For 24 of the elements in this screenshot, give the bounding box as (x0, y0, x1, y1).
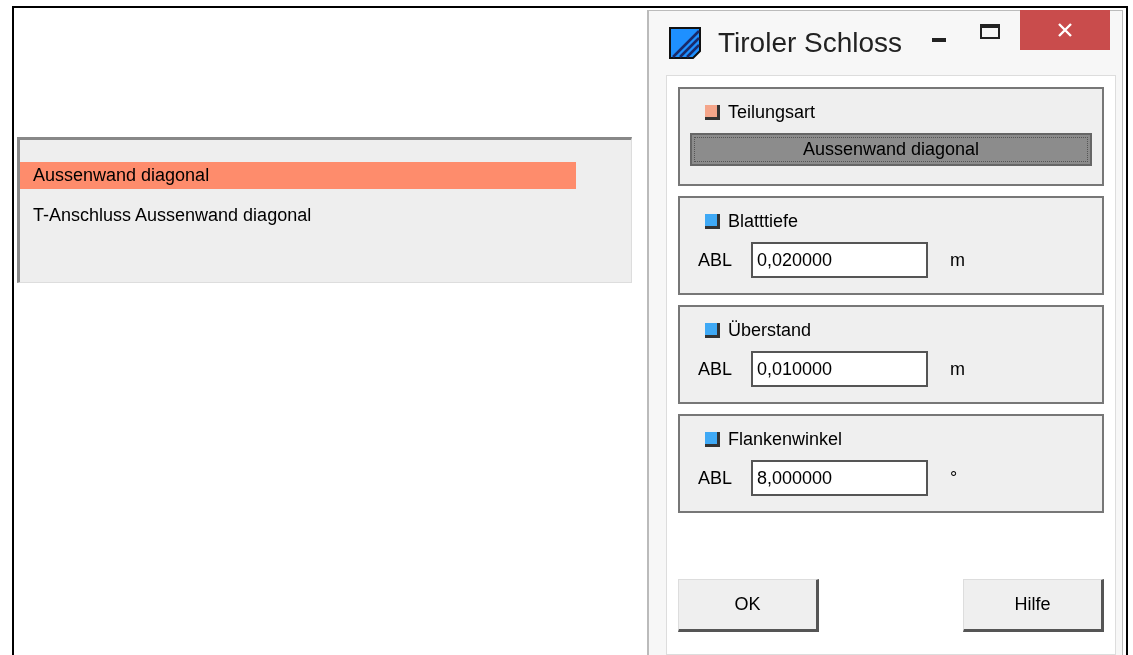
dialog-button[interactable]: Hilfe (963, 579, 1104, 632)
input-field[interactable]: 8,000000 (751, 460, 928, 496)
window-title: Tiroler Schloss (718, 26, 903, 60)
group-title: Teilungsart (728, 100, 816, 124)
unit-label: ° (950, 466, 958, 490)
field-prefix: ABL (698, 466, 734, 490)
list-item[interactable]: T-Anschluss Aussenwand diagonal (20, 202, 576, 229)
dialog-button[interactable]: OK (678, 579, 819, 632)
close-icon (1057, 22, 1074, 38)
field-prefix: ABL (698, 248, 734, 272)
group-title: Überstand (728, 318, 812, 342)
maximize-icon[interactable] (980, 23, 1001, 39)
input-field[interactable]: 0,020000 (751, 242, 928, 278)
close-button[interactable] (1020, 10, 1111, 50)
group-title: Flankenwinkel (728, 427, 843, 451)
list-item[interactable]: Aussenwand diagonal (20, 162, 576, 189)
unit-label: m (950, 248, 965, 272)
unit-label: m (950, 357, 965, 381)
field-prefix: ABL (698, 357, 734, 381)
input-field[interactable]: 0,010000 (751, 351, 928, 387)
app-icon (669, 27, 701, 59)
group-title: Blatttiefe (728, 209, 799, 233)
choice-button[interactable]: Aussenwand diagonal (690, 133, 1092, 166)
minimize-icon[interactable] (932, 38, 947, 42)
